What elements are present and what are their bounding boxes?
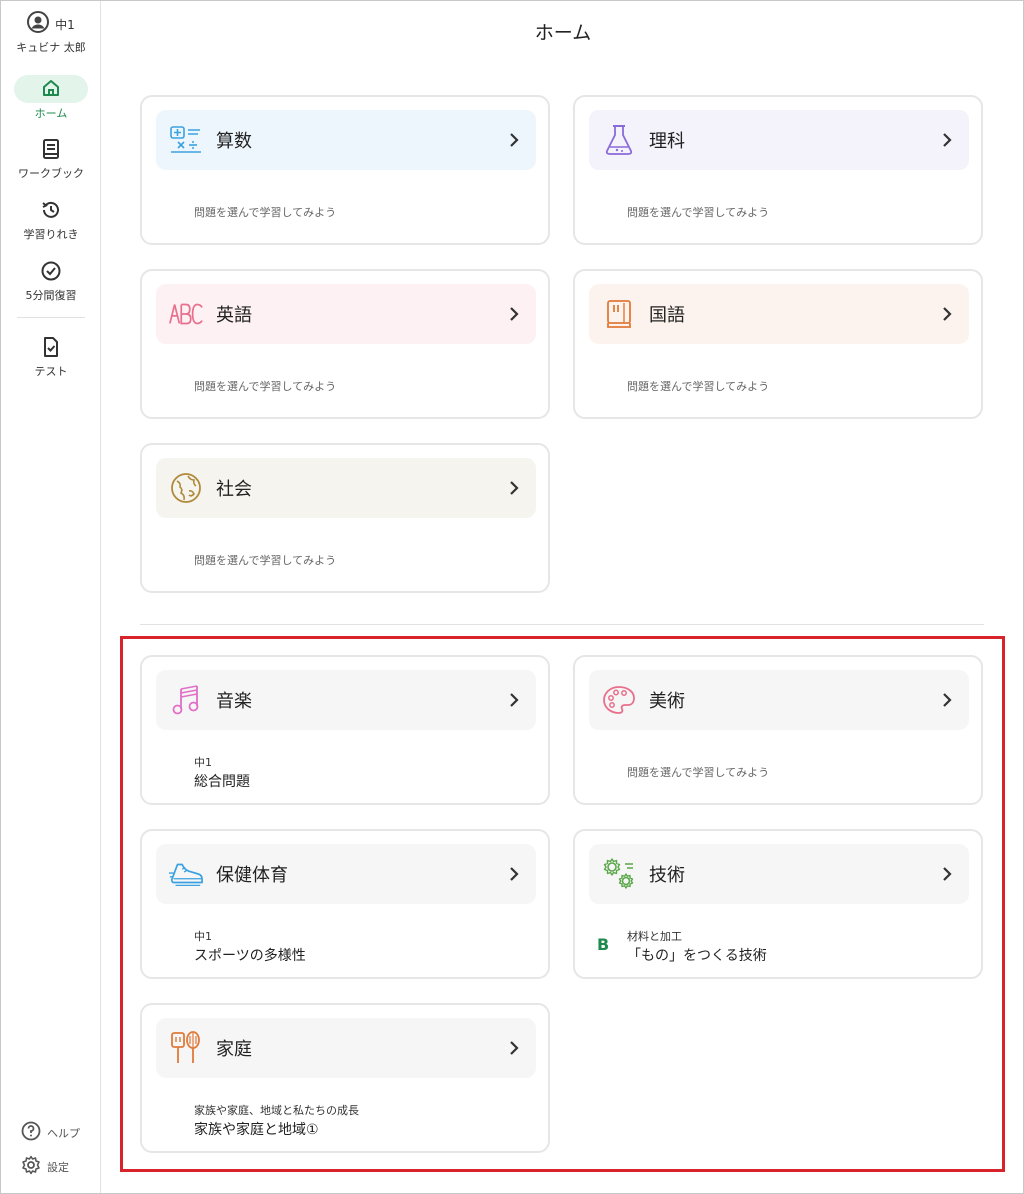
subject-hint-art: 問題を選んで学習してみよう [627, 766, 770, 779]
avatar-icon [27, 11, 50, 37]
check-circle-icon [40, 260, 62, 285]
math-icon [168, 122, 204, 158]
subject-header-science[interactable]: 理科 [589, 110, 969, 170]
sidebar-divider [17, 317, 85, 318]
subject-name-technology: 技術 [649, 865, 685, 886]
subject-progress-title-music: 総合問題 [194, 774, 250, 790]
subject-progress-grade-music: 中1 [194, 756, 212, 769]
settings-link[interactable]: 設定 [21, 1155, 69, 1178]
subject-hint-math: 問題を選んで学習してみよう [194, 206, 337, 219]
nav-home[interactable]: ホーム [1, 75, 101, 121]
subject-progress-title-pe: スポーツの多様性 [194, 948, 306, 964]
subject-header-music[interactable]: 音楽 [156, 670, 536, 730]
subject-header-technology[interactable]: 技術 [589, 844, 969, 904]
subject-hint-social: 問題を選んで学習してみよう [194, 554, 337, 567]
japanese-book-icon [601, 296, 637, 332]
chevron-right-icon [504, 864, 524, 884]
subject-header-art[interactable]: 美術 [589, 670, 969, 730]
chevron-right-icon [504, 130, 524, 150]
subject-header-english[interactable]: 英語 [156, 284, 536, 344]
subject-header-pe[interactable]: 保健体育 [156, 844, 536, 904]
nav-workbook[interactable]: ワークブック [1, 137, 101, 181]
subject-name-japanese: 国語 [649, 305, 685, 326]
chevron-right-icon [504, 478, 524, 498]
help-icon [21, 1121, 41, 1144]
subject-card-art: 美術 問題を選んで学習してみよう [573, 655, 983, 805]
chevron-right-icon [937, 864, 957, 884]
music-note-icon [168, 682, 204, 718]
chevron-right-icon [937, 304, 957, 324]
kitchen-tools-icon [168, 1030, 204, 1066]
subject-name-music: 音楽 [216, 691, 252, 712]
subject-header-japanese[interactable]: 国語 [589, 284, 969, 344]
chevron-right-icon [504, 1038, 524, 1058]
abc-icon [168, 296, 204, 332]
subject-header-home-economics[interactable]: 家庭 [156, 1018, 536, 1078]
subject-card-japanese: 国語 問題を選んで学習してみよう [573, 269, 983, 419]
subject-card-music: 音楽 中1 総合問題 [140, 655, 550, 805]
subject-card-math: 算数 問題を選んで学習してみよう [140, 95, 550, 245]
subject-card-social: 社会 問題を選んで学習してみよう [140, 443, 550, 593]
chevron-right-icon [504, 690, 524, 710]
user-grade: 中1 [55, 17, 75, 32]
palette-icon [601, 682, 637, 718]
gears-icon [601, 856, 637, 892]
subject-name-science: 理科 [649, 131, 685, 152]
book-icon [41, 138, 61, 163]
subject-card-home-economics: 家庭 家族や家庭、地域と私たちの成長 家族や家庭と地域① [140, 1003, 550, 1153]
subject-name-math: 算数 [216, 131, 252, 152]
nav-review[interactable]: 5分間復習 [1, 259, 101, 303]
subject-hint-english: 問題を選んで学習してみよう [194, 380, 337, 393]
subject-hint-japanese: 問題を選んで学習してみよう [627, 380, 770, 393]
history-icon [40, 199, 62, 224]
subject-progress-unit-technology: 材料と加工 [627, 930, 682, 943]
subject-name-art: 美術 [649, 691, 685, 712]
globe-icon [168, 470, 204, 506]
subject-card-technology: 技術 B 材料と加工 「もの」をつくる技術 [573, 829, 983, 979]
sneaker-icon [168, 856, 204, 892]
subject-progress-unit-home-economics: 家族や家庭、地域と私たちの成長 [194, 1104, 359, 1117]
test-file-icon [41, 336, 61, 361]
sidebar: 中1 キュビナ 太郎 ホーム ワークブック 学習りれき 5分間復習 テスト ヘル… [1, 1, 101, 1193]
help-label: ヘルプ [47, 1126, 80, 1140]
nav-history-label: 学習りれき [23, 228, 79, 241]
user-profile[interactable]: 中1 キュビナ 太郎 [1, 11, 101, 55]
nav-home-label: ホーム [34, 107, 68, 120]
section-divider [140, 624, 984, 625]
subject-name-pe: 保健体育 [216, 865, 288, 886]
subject-name-social: 社会 [216, 479, 252, 500]
home-icon [41, 78, 61, 101]
subject-header-math[interactable]: 算数 [156, 110, 536, 170]
help-link[interactable]: ヘルプ [21, 1121, 80, 1144]
subject-card-english: 英語 問題を選んで学習してみよう [140, 269, 550, 419]
subject-name-home-economics: 家庭 [216, 1039, 252, 1060]
subject-hint-science: 問題を選んで学習してみよう [627, 206, 770, 219]
subject-card-pe: 保健体育 中1 スポーツの多様性 [140, 829, 550, 979]
user-name: キュビナ 太郎 [16, 41, 86, 54]
flask-icon [601, 122, 637, 158]
nav-review-label: 5分間復習 [25, 289, 77, 302]
page-title: ホーム [534, 22, 592, 44]
subject-progress-title-home-economics: 家族や家庭と地域① [194, 1122, 319, 1138]
chevron-right-icon [937, 130, 957, 150]
chevron-right-icon [937, 690, 957, 710]
chevron-right-icon [504, 304, 524, 324]
subject-progress-title-technology: 「もの」をつくる技術 [627, 948, 767, 964]
nav-history[interactable]: 学習りれき [1, 198, 101, 242]
subject-name-english: 英語 [216, 305, 252, 326]
subject-header-social[interactable]: 社会 [156, 458, 536, 518]
nav-test-label: テスト [34, 365, 68, 378]
gear-icon [21, 1155, 41, 1178]
subject-progress-grade-pe: 中1 [194, 930, 212, 943]
field-badge: B [597, 935, 610, 954]
subject-card-science: 理科 問題を選んで学習してみよう [573, 95, 983, 245]
settings-label: 設定 [47, 1160, 69, 1174]
nav-workbook-label: ワークブック [18, 167, 84, 180]
nav-test[interactable]: テスト [1, 335, 101, 379]
